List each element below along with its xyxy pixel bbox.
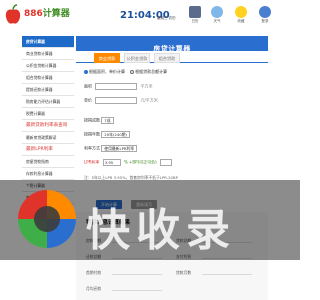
method-total-radio[interactable] xyxy=(130,70,135,74)
lpr-input[interactable]: 3.95 xyxy=(102,159,121,166)
ratio-label: 按揭成数 xyxy=(84,117,100,123)
lpr-row: LPR利率 3.95 % +BP(可正可负) xyxy=(84,159,174,166)
calendar-icon xyxy=(189,6,201,18)
result-divider xyxy=(112,274,162,275)
header-calendar-label: 日历 xyxy=(191,19,199,23)
rate-method-select[interactable]: 使用最新LPR利率 xyxy=(101,145,138,152)
years-label: 按揭年数 xyxy=(84,131,100,137)
sidebar-item-commercial[interactable]: 商业贷款计算器 xyxy=(22,48,74,60)
result-label-months: 贷款月数 xyxy=(176,270,192,275)
result-divider xyxy=(112,290,162,291)
sidebar-item-tax[interactable]: 税费计算器 xyxy=(22,108,74,120)
site-name[interactable]: 886计算器 xyxy=(24,6,70,19)
result-label-down-payment: 首期付款 xyxy=(86,270,102,275)
result-label-monthly: 月均还款 xyxy=(86,286,102,291)
tab-fund[interactable]: 公积金贷款 xyxy=(124,53,150,63)
sidebar-item-mortgage[interactable]: 房贷计算器 xyxy=(22,36,74,48)
ratio-row: 按揭成数 7成 xyxy=(84,117,114,124)
area-unit: 平方米 xyxy=(140,83,153,89)
years-select[interactable]: 20年(240期) xyxy=(101,131,130,138)
sidebar-item-fund[interactable]: 公积金贷款计算器 xyxy=(22,60,74,72)
header-login[interactable]: 登录 xyxy=(254,6,276,24)
rate-method-label: 利率方式 xyxy=(84,145,100,151)
apple-logo-icon[interactable] xyxy=(4,4,22,26)
bp-input[interactable] xyxy=(159,159,172,166)
watermark-overlay: 快收录 xyxy=(0,180,300,260)
sidebar-item-rate-table[interactable]: 最新贷款利率表查询 xyxy=(22,120,74,132)
tab-commercial[interactable]: 商业贷款 xyxy=(94,53,120,63)
method-area-radio[interactable] xyxy=(84,70,88,74)
loan-type-tabs: 商业贷款 公积金贷款 组合贷款 xyxy=(76,52,268,63)
lpr-label: LPR利率 xyxy=(84,159,100,165)
price-label: 单价 xyxy=(84,97,92,103)
ratio-select[interactable]: 7成 xyxy=(101,117,114,124)
sidebar-item-combined[interactable]: 组合贷款计算器 xyxy=(22,72,74,84)
sidebar-item-capacity[interactable]: 购房能力评估计算器 xyxy=(22,96,74,108)
method-area-label: 根据面积、单价计算 xyxy=(89,69,125,74)
site-name-text: 计算器 xyxy=(42,9,70,19)
sidebar-item-guide[interactable]: 房屋贷款指南 xyxy=(22,156,74,168)
page: 886计算器 21:04:00 星期三 农历 日历 天气 收藏 登录 房贷计算器… xyxy=(0,0,300,300)
sidebar-item-deposit[interactable]: 存款利息计算器 xyxy=(22,168,74,180)
result-divider xyxy=(202,274,252,275)
sidebar-item-lpr[interactable]: 最新LPR利率 xyxy=(22,144,74,156)
person-icon xyxy=(259,6,271,18)
price-row: 单价 元/平方米 xyxy=(84,97,158,104)
rate-method-row: 利率方式 使用最新LPR利率 xyxy=(84,145,138,152)
banner: 房贷计算器 xyxy=(76,36,268,53)
area-row: 面积 平方米 xyxy=(84,83,153,90)
area-input[interactable] xyxy=(95,83,138,90)
area-label: 面积 xyxy=(84,83,92,89)
price-unit: 元/平方米 xyxy=(140,97,158,103)
header-favorite[interactable]: 收藏 xyxy=(230,6,252,24)
header-weather-label: 天气 xyxy=(213,19,221,23)
weather-icon xyxy=(211,6,223,18)
watermark-text: 快收录 xyxy=(86,205,236,256)
method-total-label: 根据贷款总额计算 xyxy=(135,69,168,74)
lightbulb-icon xyxy=(235,6,247,18)
lpr-extra: % +BP(可正可负) xyxy=(123,159,157,165)
sidebar-item-prepay[interactable]: 提前还款计算器 xyxy=(22,84,74,96)
watermark-logo-icon xyxy=(18,190,76,248)
years-row: 按揭年数 20年(240期) xyxy=(84,131,130,138)
sidebar-item-policy[interactable]: 最新房贷政策解读 xyxy=(22,132,74,144)
price-input[interactable] xyxy=(95,97,138,104)
header-favorite-label: 收藏 xyxy=(237,19,245,23)
header-login-label: 登录 xyxy=(261,19,269,23)
tab-combined[interactable]: 组合贷款 xyxy=(154,53,180,63)
header-weather[interactable]: 天气 xyxy=(206,6,228,24)
site-name-number: 886 xyxy=(24,9,43,19)
clock-subtitle: 星期三 农历 xyxy=(157,16,176,20)
calc-method-row: 根据面积、单价计算 根据贷款总额计算 xyxy=(84,69,167,75)
header-calendar[interactable]: 日历 xyxy=(184,6,206,24)
site-header: 886计算器 21:04:00 星期三 农历 日历 天气 收藏 登录 xyxy=(0,0,300,30)
